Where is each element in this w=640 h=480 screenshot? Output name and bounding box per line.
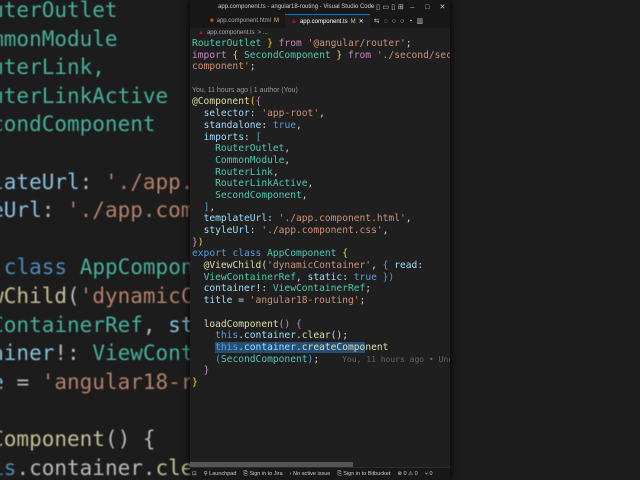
status-launchpad[interactable]: ⚲ Launchpad xyxy=(204,471,237,477)
close-window-button[interactable]: ✕ xyxy=(435,3,450,11)
status-problems[interactable]: ⊗ 0 ⚠ 0 xyxy=(397,471,417,477)
minimize-button[interactable]: – xyxy=(405,4,420,11)
close-tab-icon[interactable]: ✕ xyxy=(359,18,364,25)
breadcrumb-file[interactable]: app.component.ts xyxy=(207,30,255,36)
next-change-icon[interactable]: ○ xyxy=(400,18,404,25)
window-title: app.component.ts - angular18-routing - V… xyxy=(218,4,375,10)
panel-toggle-icon[interactable]: ▭ xyxy=(382,3,390,11)
title-bar: app.component.ts - angular18-routing - V… xyxy=(190,0,450,14)
customize-layout-icon[interactable]: ⊞ xyxy=(397,3,405,11)
status-bar: ⊡ ⚲ Launchpad ⎘ Sign in to Jira › No act… xyxy=(190,467,450,480)
status-issue[interactable]: › No active issue xyxy=(290,471,331,477)
status-bitbucket[interactable]: ⎘ Sign in to Bitbucket xyxy=(337,471,390,478)
angular-file-icon: ▲ xyxy=(291,18,297,25)
vscode-window: app.component.ts - angular18-routing - V… xyxy=(190,0,450,480)
previous-change-icon[interactable]: ○ xyxy=(392,18,396,25)
tab-app-component-html[interactable]: ■ app.component.html M xyxy=(190,14,285,28)
html-file-icon: ■ xyxy=(210,18,214,24)
sidebar-toggle-icon[interactable]: ▯ xyxy=(389,3,397,11)
status-jira[interactable]: ⎘ Sign in to Jira xyxy=(243,471,282,478)
go-back-icon[interactable]: ◌ xyxy=(384,18,388,25)
status-ports[interactable]: ⑂ 0 xyxy=(425,471,433,477)
tab-app-component-ts[interactable]: ▲ app.component.ts M ✕ xyxy=(285,14,370,28)
codelens-author[interactable]: You, 11 hours ago | 1 author (You) xyxy=(190,85,450,97)
code-editor[interactable]: RouterOutlet } from '@angular/router'; i… xyxy=(190,38,450,450)
split-editor-icon[interactable]: ▥ xyxy=(416,17,423,25)
angular-file-icon: ▲ xyxy=(198,30,204,36)
remote-icon[interactable]: ⊡ xyxy=(192,471,197,477)
breadcrumb: ▲ app.component.ts > ... xyxy=(190,28,450,38)
timeline-icon[interactable]: ◔ xyxy=(408,18,412,25)
git-blame-inline: You, 11 hours ago • Unc xyxy=(342,354,450,364)
breadcrumb-symbols[interactable]: > ... xyxy=(258,30,268,36)
maximize-button[interactable]: □ xyxy=(420,4,435,11)
compare-icon[interactable]: ⇆ xyxy=(374,17,380,25)
editor-tabs: ■ app.component.html M ▲ app.component.t… xyxy=(190,14,450,28)
layout-toggle-icon[interactable]: ▯ xyxy=(374,3,382,11)
